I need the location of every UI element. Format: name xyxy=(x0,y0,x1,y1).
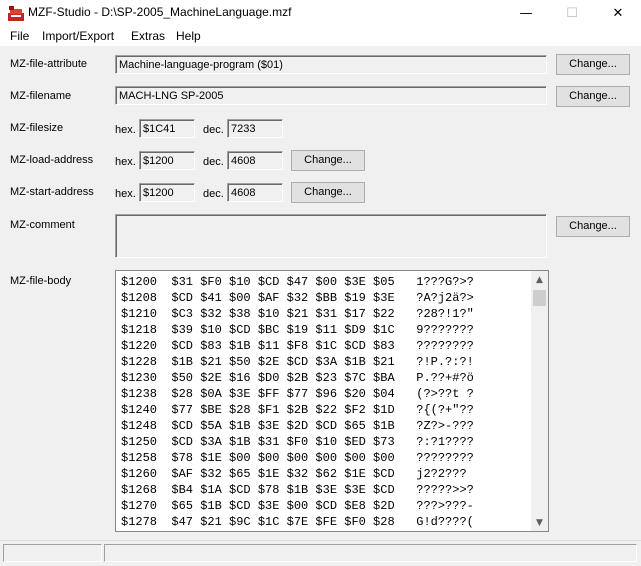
hex-line[interactable]: $1240 $77 $BE $28 $F1 $2B $22 $F2 $1D ?{… xyxy=(121,403,474,417)
maximize-button[interactable]: ☐ xyxy=(549,0,595,26)
hex-line[interactable]: $1230 $50 $2E $16 $D0 $2B $23 $7C $BA P.… xyxy=(121,371,474,385)
start-address-change-button[interactable]: Change... xyxy=(291,182,365,203)
app-icon xyxy=(8,6,24,21)
menu-import-export[interactable]: Import/Export xyxy=(42,29,114,43)
filesize-dec-label: dec. xyxy=(203,124,224,136)
filename-change-button[interactable]: Change... xyxy=(556,86,630,107)
attribute-change-button[interactable]: Change... xyxy=(556,54,630,75)
filename-label: MZ-filename xyxy=(10,90,72,102)
close-button[interactable]: ✕ xyxy=(595,0,641,26)
hex-line[interactable]: $1228 $1B $21 $50 $2E $CD $3A $1B $21 ?!… xyxy=(121,355,474,369)
load-address-label: MZ-load-address xyxy=(10,154,94,166)
hex-line[interactable]: $1250 $CD $3A $1B $31 $F0 $10 $ED $73 ?:… xyxy=(121,435,474,449)
title-bar: MZF-Studio - D:\SP-2005_MachineLanguage.… xyxy=(0,0,641,27)
hex-line[interactable]: $1258 $78 $1E $00 $00 $00 $00 $00 $00 ??… xyxy=(121,451,474,465)
attribute-label: MZ-file-attribute xyxy=(10,58,88,70)
menu-file[interactable]: File xyxy=(10,29,29,43)
status-pane-2 xyxy=(104,544,637,562)
window-title: MZF-Studio - D:\SP-2005_MachineLanguage.… xyxy=(28,5,292,19)
scroll-down-icon[interactable]: ▼ xyxy=(531,514,548,531)
hex-line[interactable]: $1210 $C3 $32 $38 $10 $21 $31 $17 $22 ?2… xyxy=(121,307,474,321)
start-address-label: MZ-start-address xyxy=(10,186,94,198)
start-dec-field: 4608 xyxy=(227,183,283,202)
hex-line[interactable]: $1260 $AF $32 $65 $1E $32 $62 $1E $CD j2… xyxy=(121,467,467,481)
filesize-label: MZ-filesize xyxy=(10,122,64,134)
comment-field xyxy=(115,214,547,258)
comment-label: MZ-comment xyxy=(10,219,75,231)
hex-line[interactable]: $1220 $CD $83 $1B $11 $F8 $1C $CD $83 ??… xyxy=(121,339,474,353)
menu-help[interactable]: Help xyxy=(176,29,201,43)
start-dec-label: dec. xyxy=(203,188,224,200)
load-dec-field: 4608 xyxy=(227,151,283,170)
status-pane-1 xyxy=(3,544,102,562)
file-body-listbox[interactable]: $1200 $31 $F0 $10 $CD $47 $00 $3E $05 1?… xyxy=(115,270,549,532)
minimize-button[interactable]: — xyxy=(503,0,549,26)
hex-line[interactable]: $1270 $65 $1B $CD $3E $00 $CD $E8 $2D ??… xyxy=(121,499,474,513)
scroll-thumb[interactable] xyxy=(533,290,546,306)
load-address-change-button[interactable]: Change... xyxy=(291,150,365,171)
hex-line[interactable]: $1238 $28 $0A $3E $FF $77 $96 $20 $04 (?… xyxy=(121,387,474,401)
load-hex-field: $1200 xyxy=(139,151,195,170)
filesize-hex-field: $1C41 xyxy=(139,119,195,138)
hex-line[interactable]: $1208 $CD $41 $00 $AF $32 $BB $19 $3E ?A… xyxy=(121,291,474,305)
filesize-hex-label: hex. xyxy=(115,124,136,136)
hex-line[interactable]: $1278 $47 $21 $9C $1C $7E $FE $F0 $28 G!… xyxy=(121,515,474,529)
hex-line[interactable]: $1248 $CD $5A $1B $3E $2D $CD $65 $1B ?Z… xyxy=(121,419,474,433)
comment-change-button[interactable]: Change... xyxy=(556,216,630,237)
filename-field: MACH-LNG SP-2005 xyxy=(115,86,547,105)
status-bar xyxy=(0,540,641,566)
menu-extras[interactable]: Extras xyxy=(131,29,165,43)
load-hex-label: hex. xyxy=(115,156,136,168)
attribute-field: Machine-language-program ($01) xyxy=(115,55,547,74)
filesize-dec-field: 7233 xyxy=(227,119,283,138)
hex-line[interactable]: $1200 $31 $F0 $10 $CD $47 $00 $3E $05 1?… xyxy=(121,275,474,289)
hex-line[interactable]: $1218 $39 $10 $CD $BC $19 $11 $D9 $1C 9?… xyxy=(121,323,474,337)
menu-bar: File Import/Export Extras Help xyxy=(0,26,641,46)
load-dec-label: dec. xyxy=(203,156,224,168)
file-body-label: MZ-file-body xyxy=(10,275,72,287)
hex-line[interactable]: $1268 $B4 $1A $CD $78 $1B $3E $3E $CD ??… xyxy=(121,483,474,497)
vertical-scrollbar[interactable]: ▲ ▼ xyxy=(531,271,548,531)
start-hex-label: hex. xyxy=(115,188,136,200)
scroll-up-icon[interactable]: ▲ xyxy=(531,271,548,288)
start-hex-field: $1200 xyxy=(139,183,195,202)
